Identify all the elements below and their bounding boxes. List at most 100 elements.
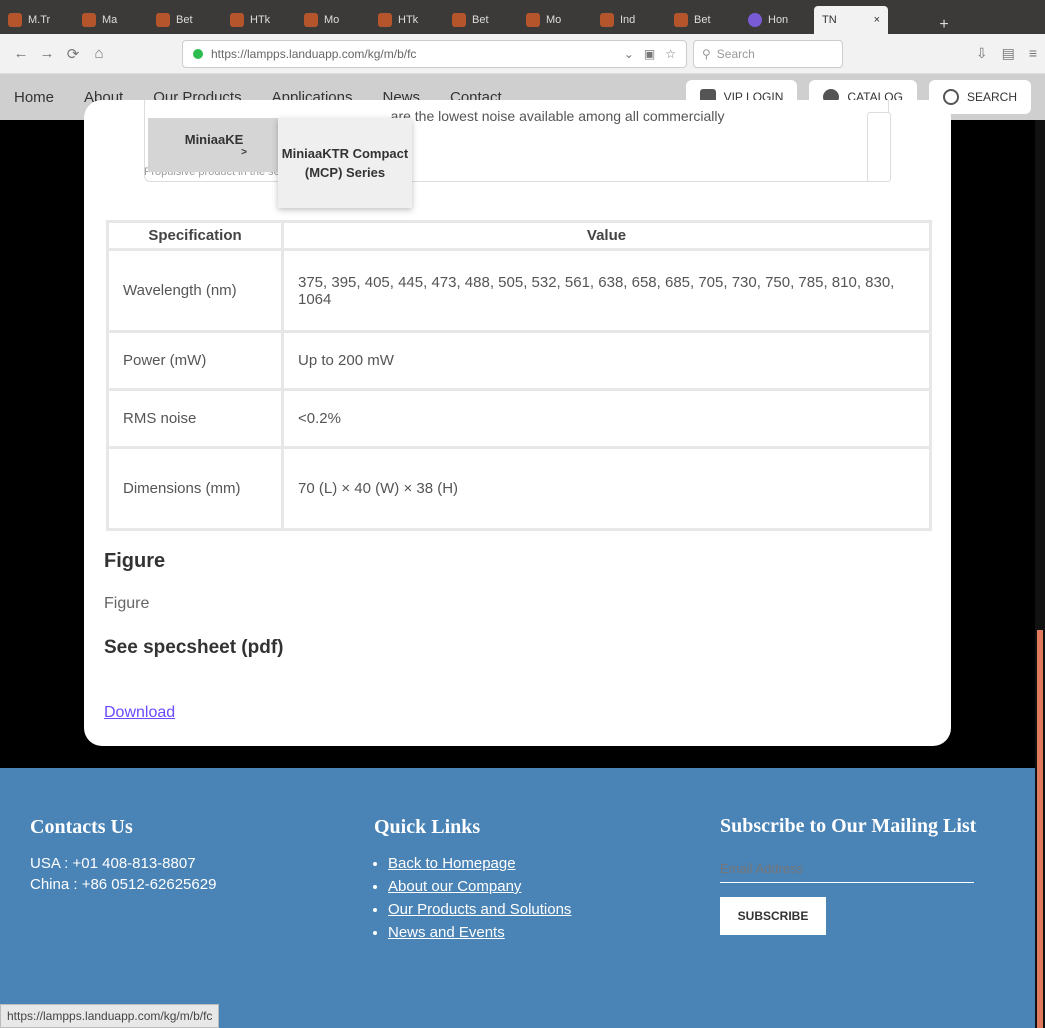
browser-search-input[interactable]: ⚲ Search [693,39,843,68]
favicon-icon [82,13,96,27]
browser-tab[interactable]: Bet [148,6,220,34]
address-bar[interactable]: https://lampps.landuapp.com/kg/m/b/fc ⌄ ▣… [182,39,687,68]
spec-value: Up to 200 mW [281,330,932,391]
browser-tab[interactable]: Mo [518,6,590,34]
reload-icon[interactable]: ⟳ [60,41,86,67]
footer-contacts: Contacts Us USA : +01 408-813-8807 China… [30,816,216,897]
browser-tab-label: Bet [694,14,711,26]
figure-heading: Figure [104,550,166,572]
figure-placeholder: Figure [104,595,150,612]
contact-line: China : +86 0512-62625629 [30,876,217,893]
product-summary-text: ...are the lowest noise available among … [379,108,725,124]
favicon-icon [600,13,614,27]
browser-tab-label: Mo [546,14,562,26]
contact-line: USA : +01 408-813-8807 [30,855,196,872]
spec-table: Specification Value Wavelength (nm) 375,… [106,220,932,531]
table-header-value: Value [281,220,932,251]
browser-tab-label: M.Tr [28,14,51,26]
forward-icon[interactable]: → [34,41,60,67]
browser-tab-label: HTk [250,14,271,26]
dropdown-item-label: MiniaaKE [184,132,244,147]
spec-key: Power (mW) [106,330,284,391]
search-placeholder: Search [716,46,755,61]
table-row: Wavelength (nm) 375, 395, 405, 445, 473,… [106,248,932,333]
footer-quick-links: Quick Links Back to Homepage About our C… [374,816,571,947]
search-icon: ⚲ [702,46,711,61]
products-dropdown: MiniaaKE > MiniaaKTR Compact (MCP) Series [148,118,412,208]
table-header-specification: Specification [106,220,284,251]
specsheet-heading: See specsheet (pdf) [104,637,284,658]
browser-tab-label: Bet [472,14,489,26]
page-scrollbar[interactable] [1035,120,1045,1028]
footer-contacts-title: Contacts Us [30,816,133,838]
quick-link[interactable]: News and Events [388,924,571,941]
email-field[interactable] [720,855,974,883]
browser-toolbar: ← → ⟳ ⌂ https://lampps.landuapp.com/kg/m… [0,34,1045,74]
browser-tab[interactable]: Ma [74,6,146,34]
menu-item-home[interactable]: Home [14,89,54,106]
quick-link[interactable]: Back to Homepage [388,855,571,872]
browser-tab[interactable]: Hon [740,6,812,34]
table-row: Dimensions (mm) 70 (L) × 40 (W) × 38 (H) [106,446,932,531]
spec-key: Wavelength (nm) [106,248,284,333]
close-tab-icon[interactable]: × [874,14,880,26]
browser-tab[interactable]: Bet [666,6,738,34]
spec-value: <0.2% [281,388,932,449]
quick-link[interactable]: About our Company [388,878,571,895]
bookmark-icon[interactable]: ☆ [665,47,676,61]
browser-tab[interactable]: HTk [370,6,442,34]
menu-icon[interactable]: ≡ [1029,45,1037,62]
browser-tab-label: Ind [620,14,636,26]
browser-tab[interactable]: HTk [222,6,294,34]
favicon-icon [526,13,540,27]
favicon-icon [452,13,466,27]
search-icon [942,89,959,105]
footer-subscribe-title: Subscribe to Our Mailing List [720,815,977,837]
table-row: Power (mW) Up to 200 mW [106,330,932,391]
favicon-icon [748,13,762,27]
browser-status-bar: https://lampps.landuapp.com/kg/m/b/fc [0,1004,220,1028]
home-icon[interactable]: ⌂ [86,41,112,67]
browser-tab[interactable]: Bet [444,6,516,34]
browser-tab-label: HTk [398,14,419,26]
browser-tab-label: Ma [102,14,118,26]
browser-tab[interactable]: Ind [592,6,664,34]
spec-key: Dimensions (mm) [106,446,284,531]
sidebar-icon[interactable]: ▤ [1002,45,1015,62]
subscribe-button[interactable]: SUBSCRIBE [720,897,826,935]
scrollbar-thumb[interactable] [1037,630,1043,1028]
reader-icon[interactable]: ▣ [644,47,655,61]
quick-link[interactable]: Our Products and Solutions [388,901,571,918]
browser-tab-label: Bet [176,14,193,26]
spec-value: 70 (L) × 40 (W) × 38 (H) [281,446,932,531]
favicon-icon [674,13,688,27]
browser-tab-label: TN [822,14,837,26]
url-text: https://lampps.landuapp.com/kg/m/b/fc [211,46,417,61]
search-label: SEARCH [966,90,1017,104]
dropdown-item-miniaake[interactable]: MiniaaKE > [148,118,280,172]
favicon-icon [304,13,318,27]
footer-quick-links-title: Quick Links [374,816,481,838]
browser-tab-active[interactable]: TN × [814,6,888,34]
dropdown-item-compact-series[interactable]: MiniaaKTR Compact (MCP) Series [278,118,412,208]
downloads-icon[interactable]: ⇩ [976,45,988,62]
back-icon[interactable]: ← [8,41,34,67]
browser-tab-strip: M.Tr Ma Bet HTk Mo HTk Bet Mo Ind Bet Ho… [0,0,1045,34]
spec-key: RMS noise [106,388,284,449]
table-row: RMS noise <0.2% [106,388,932,449]
summary-scrollbar[interactable] [867,112,891,182]
favicon-icon [156,13,170,27]
browser-tab-label: Hon [768,14,789,26]
download-link[interactable]: Download [104,704,175,722]
favicon-icon [230,13,244,27]
spec-value: 375, 395, 405, 445, 473, 488, 505, 532, … [281,248,932,333]
chevron-right-icon: > [241,147,247,158]
new-tab-button[interactable]: + [930,16,958,34]
footer-subscribe: Subscribe to Our Mailing List SUBSCRIBE [720,816,1010,935]
dropdown-chevron-icon[interactable]: ⌄ [624,47,634,61]
browser-tab[interactable]: Mo [296,6,368,34]
secure-lock-icon [193,48,203,59]
browser-tab[interactable]: M.Tr [0,6,72,34]
favicon-icon [378,13,392,27]
site-footer: Contacts Us USA : +01 408-813-8807 China… [0,768,1035,1028]
